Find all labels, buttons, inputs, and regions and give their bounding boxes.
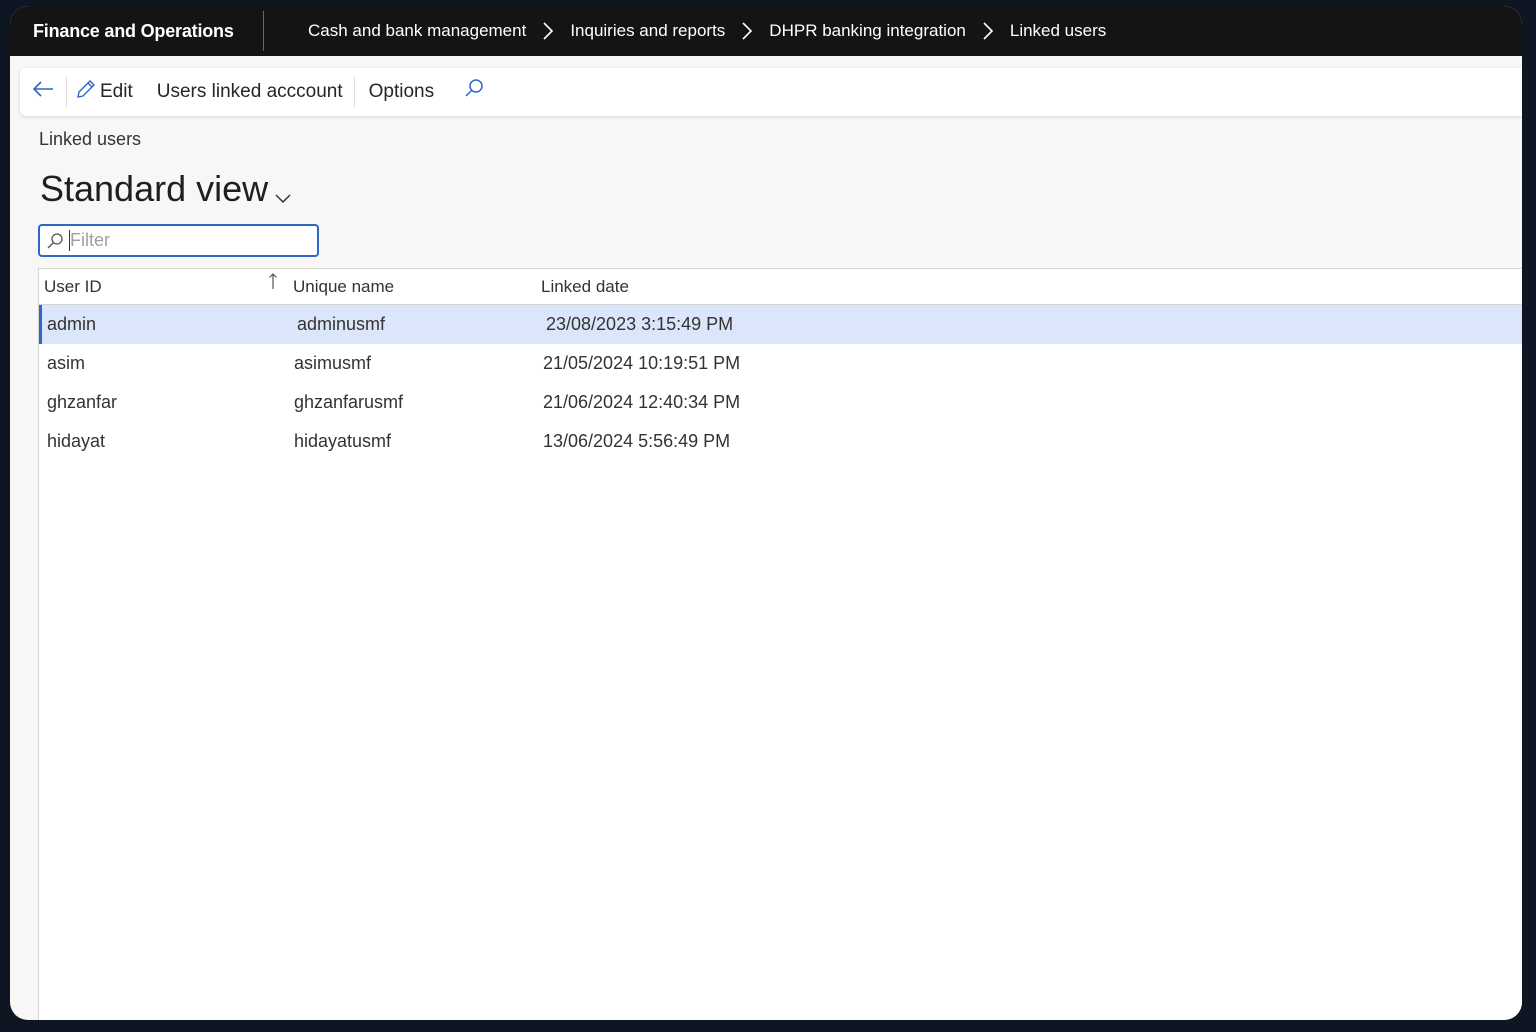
cell-user-id[interactable]: admin bbox=[42, 314, 291, 335]
edit-button[interactable]: Edit bbox=[67, 68, 147, 116]
column-header-label: User ID bbox=[44, 276, 102, 296]
chevron-right-icon bbox=[982, 21, 994, 41]
cell-user-id[interactable]: ghzanfar bbox=[39, 392, 288, 413]
back-button[interactable] bbox=[20, 68, 66, 116]
breadcrumb: Cash and bank management Inquiries and r… bbox=[264, 21, 1106, 41]
column-header-linked-date[interactable]: Linked date bbox=[537, 277, 1522, 297]
edit-label: Edit bbox=[100, 81, 133, 102]
table-row[interactable]: admin adminusmf 23/08/2023 3:15:49 PM bbox=[39, 305, 1522, 344]
cell-unique-name[interactable]: ghzanfarusmf bbox=[288, 392, 537, 413]
page-caption: Linked users bbox=[39, 129, 142, 149]
sort-ascending-icon bbox=[268, 271, 278, 296]
filter-input[interactable] bbox=[69, 230, 289, 251]
view-selector[interactable]: Standard view bbox=[40, 164, 292, 214]
chevron-right-icon bbox=[741, 21, 753, 41]
search-icon bbox=[463, 78, 485, 106]
column-header-label: Linked date bbox=[541, 276, 629, 296]
chevron-right-icon bbox=[542, 21, 554, 41]
arrow-left-icon bbox=[31, 79, 55, 105]
action-pane: Edit Users linked acccount Options bbox=[20, 68, 1522, 116]
cell-user-id[interactable]: asim bbox=[39, 353, 288, 374]
breadcrumb-item-linked-users[interactable]: Linked users bbox=[1010, 21, 1106, 41]
linked-users-grid: User ID Unique name Linked date admin ad… bbox=[38, 268, 1522, 1020]
cell-linked-date[interactable]: 13/06/2024 5:56:49 PM bbox=[537, 431, 1522, 452]
breadcrumb-item-dhpr[interactable]: DHPR banking integration bbox=[769, 21, 966, 41]
chevron-down-icon bbox=[274, 172, 292, 214]
table-row[interactable]: asim asimusmf 21/05/2024 10:19:51 PM bbox=[39, 344, 1522, 383]
options-label: Options bbox=[368, 81, 435, 102]
breadcrumb-item-inquiries[interactable]: Inquiries and reports bbox=[570, 21, 725, 41]
users-linked-account-button[interactable]: Users linked acccount bbox=[147, 68, 354, 116]
cell-unique-name[interactable]: asimusmf bbox=[288, 353, 537, 374]
app-window: Finance and Operations Cash and bank man… bbox=[10, 6, 1522, 1020]
users-linked-account-label: Users linked acccount bbox=[156, 81, 343, 102]
breadcrumb-item-cash-and-bank[interactable]: Cash and bank management bbox=[308, 21, 526, 41]
column-header-user-id[interactable]: User ID bbox=[39, 272, 288, 297]
cell-user-id[interactable]: hidayat bbox=[39, 431, 288, 452]
filter-box bbox=[38, 224, 319, 257]
search-button[interactable] bbox=[446, 68, 493, 116]
cell-unique-name[interactable]: adminusmf bbox=[291, 314, 540, 335]
cell-linked-date[interactable]: 21/05/2024 10:19:51 PM bbox=[537, 353, 1522, 374]
cell-linked-date[interactable]: 23/08/2023 3:15:49 PM bbox=[540, 314, 1522, 335]
grid-header: User ID Unique name Linked date bbox=[39, 269, 1522, 305]
column-header-unique-name[interactable]: Unique name bbox=[288, 277, 537, 297]
table-row[interactable]: ghzanfar ghzanfarusmf 21/06/2024 12:40:3… bbox=[39, 383, 1522, 422]
app-name[interactable]: Finance and Operations bbox=[10, 11, 264, 51]
options-tab[interactable]: Options bbox=[355, 68, 446, 116]
pencil-icon bbox=[75, 78, 97, 106]
table-row[interactable]: hidayat hidayatusmf 13/06/2024 5:56:49 P… bbox=[39, 422, 1522, 461]
nav-bar: Finance and Operations Cash and bank man… bbox=[10, 6, 1522, 56]
search-icon bbox=[45, 231, 65, 251]
column-header-label: Unique name bbox=[293, 276, 395, 296]
cell-unique-name[interactable]: hidayatusmf bbox=[288, 431, 537, 452]
cell-linked-date[interactable]: 21/06/2024 12:40:34 PM bbox=[537, 392, 1522, 413]
page-title: Standard view bbox=[40, 168, 269, 209]
